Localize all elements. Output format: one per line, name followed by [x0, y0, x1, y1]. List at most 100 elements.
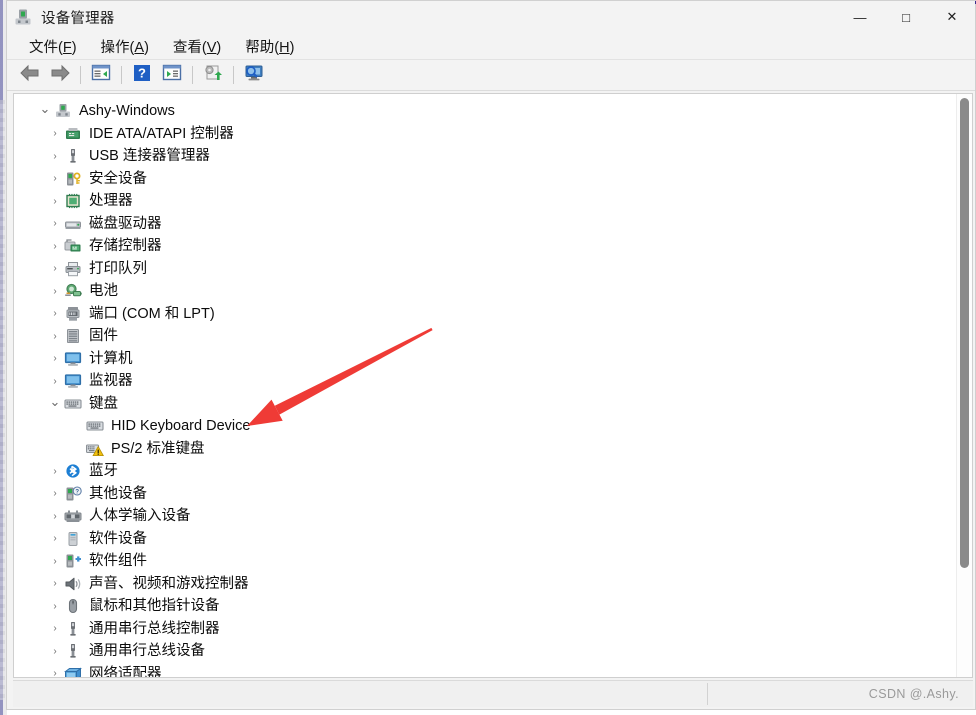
tree-item-label: USB 连接器管理器 — [89, 148, 210, 164]
software-component-icon — [64, 553, 82, 569]
chevron-right-icon[interactable]: › — [46, 623, 64, 634]
tree-item-label: 磁盘驱动器 — [89, 215, 162, 232]
chevron-right-icon[interactable]: › — [46, 241, 64, 252]
scan-hardware-changes-button[interactable] — [239, 62, 269, 88]
tree-item[interactable]: › 软件组件 — [14, 550, 956, 573]
chevron-right-icon[interactable]: › — [46, 353, 64, 364]
chevron-right-icon[interactable]: › — [46, 533, 64, 544]
forward-button[interactable] — [45, 62, 75, 88]
tree-item[interactable]: › USB 连接器管理器 — [14, 145, 956, 168]
chevron-right-icon[interactable]: › — [46, 578, 64, 589]
tree-item[interactable]: ⌄ 键盘 — [14, 393, 956, 416]
chevron-right-icon[interactable]: › — [46, 286, 64, 297]
tree-item[interactable]: › 安全设备 — [14, 168, 956, 191]
window-title: 设备管理器 — [41, 10, 115, 27]
storage-controller-icon — [64, 238, 82, 254]
back-button[interactable] — [15, 62, 45, 88]
menu-label-file: 文件 — [29, 39, 58, 56]
usb-device-icon — [64, 643, 82, 659]
tree-item-label: 声音、视频和游戏控制器 — [89, 575, 249, 592]
tree-item-label: 鼠标和其他指针设备 — [89, 598, 220, 614]
firmware-icon — [64, 328, 82, 344]
chevron-right-icon[interactable]: › — [46, 263, 64, 274]
tree-item[interactable]: › 处理器 — [14, 190, 956, 213]
chevron-right-icon[interactable]: › — [46, 668, 64, 677]
keyboard-icon — [64, 396, 82, 412]
menu-item-file[interactable]: 文件(F) — [19, 34, 87, 59]
tree-item[interactable]: ›? 其他设备 — [14, 483, 956, 506]
chevron-right-icon[interactable]: › — [46, 376, 64, 387]
maximize-button[interactable]: □ — [883, 1, 929, 33]
svg-text:?: ? — [138, 65, 146, 80]
chevron-right-icon[interactable]: › — [46, 556, 64, 567]
tree-item[interactable]: › 固件 — [14, 325, 956, 348]
tree-item-label: IDE ATA/ATAPI 控制器 — [89, 125, 234, 142]
scan-hardware-icon — [243, 64, 265, 87]
console-tree-icon — [91, 64, 111, 86]
chevron-down-icon[interactable]: ⌄ — [36, 101, 54, 117]
tree-item[interactable]: › 通用串行总线设备 — [14, 640, 956, 663]
chevron-right-icon[interactable]: › — [46, 331, 64, 342]
tree-item[interactable]: › 电池 — [14, 280, 956, 303]
chevron-right-icon[interactable]: › — [46, 128, 64, 139]
tree-item[interactable]: › 磁盘驱动器 — [14, 213, 956, 236]
chevron-right-icon[interactable]: › — [46, 173, 64, 184]
help-question-icon: ? — [133, 64, 151, 87]
chevron-right-icon[interactable]: › — [46, 488, 64, 499]
tree-item-label: 通用串行总线设备 — [89, 643, 205, 659]
menu-item-help[interactable]: 帮助(H) — [235, 34, 304, 59]
tree-item[interactable]: › HID Keyboard Device — [14, 415, 956, 438]
tree-item[interactable]: › 打印队列 — [14, 258, 956, 281]
help-button[interactable]: ? — [127, 62, 157, 88]
mouse-icon — [64, 598, 82, 614]
battery-icon — [64, 283, 82, 299]
tree-item[interactable]: › 声音、视频和游戏控制器 — [14, 573, 956, 596]
chevron-right-icon[interactable]: › — [46, 466, 64, 477]
tree-item[interactable]: › IDE ATA/ATAPI 控制器 — [14, 123, 956, 146]
tree-item-label: 安全设备 — [89, 170, 147, 187]
menu-label-help: 帮助 — [245, 39, 275, 56]
tree-item[interactable]: › 通用串行总线控制器 — [14, 618, 956, 641]
chevron-down-icon[interactable]: ⌄ — [46, 394, 64, 410]
tree-item[interactable]: › 监视器 — [14, 370, 956, 393]
tree-item[interactable]: › 鼠标和其他指针设备 — [14, 595, 956, 618]
tree-item-label: 监视器 — [89, 373, 133, 389]
csdn-watermark: CSDN @.Ashy. — [868, 687, 959, 701]
menu-accel-file: F — [62, 39, 72, 56]
tree-item[interactable]: › 人体学输入设备 — [14, 505, 956, 528]
tree-item[interactable]: › 蓝牙 — [14, 460, 956, 483]
status-right-cell: CSDN @.Ashy. — [708, 683, 973, 705]
chevron-right-icon[interactable]: › — [46, 511, 64, 522]
vertical-scrollbar[interactable] — [956, 94, 972, 677]
tree-item-label: 通用串行总线控制器 — [89, 620, 220, 637]
show-hide-console-tree-button[interactable] — [86, 62, 116, 88]
chevron-right-icon[interactable]: › — [46, 196, 64, 207]
menu-item-view[interactable]: 查看(V) — [163, 34, 231, 59]
tree-item[interactable]: › 存储控制器 — [14, 235, 956, 258]
usb-connector-icon — [64, 148, 82, 164]
properties-button[interactable] — [157, 62, 187, 88]
left-arrow-icon — [19, 64, 41, 87]
chevron-right-icon[interactable]: › — [46, 308, 64, 319]
menu-item-action[interactable]: 操作(A) — [91, 34, 159, 59]
chevron-right-icon[interactable]: › — [46, 601, 64, 612]
update-driver-button[interactable] — [198, 62, 228, 88]
tree-item[interactable]: › PS/2 标准键盘 — [14, 438, 956, 461]
chevron-right-icon[interactable]: › — [46, 646, 64, 657]
tree-item[interactable]: › 软件设备 — [14, 528, 956, 551]
tree-item-label: 人体学输入设备 — [89, 508, 191, 524]
hid-input-icon — [64, 508, 82, 524]
chevron-right-icon[interactable]: › — [46, 218, 64, 229]
tree-item[interactable]: › 网络适配器 — [14, 663, 956, 677]
tree-root-item[interactable]: ⌄ Ashy-Windows — [14, 100, 956, 123]
chevron-right-icon[interactable]: › — [46, 151, 64, 162]
tree-item[interactable]: › 端口 (COM 和 LPT) — [14, 303, 956, 326]
device-tree[interactable]: ⌄ Ashy-Windows › IDE ATA/ATAPI 控制器 › USB 连接器管… — [14, 100, 956, 677]
close-button[interactable]: ✕ — [929, 1, 975, 33]
tree-item-label: 处理器 — [89, 193, 133, 209]
tree-item-label: 键盘 — [89, 395, 118, 412]
minimize-button[interactable]: — — [837, 1, 883, 33]
vertical-scrollbar-thumb[interactable] — [960, 98, 969, 568]
tree-item[interactable]: › 计算机 — [14, 348, 956, 371]
window-controls: — □ ✕ — [837, 1, 975, 33]
